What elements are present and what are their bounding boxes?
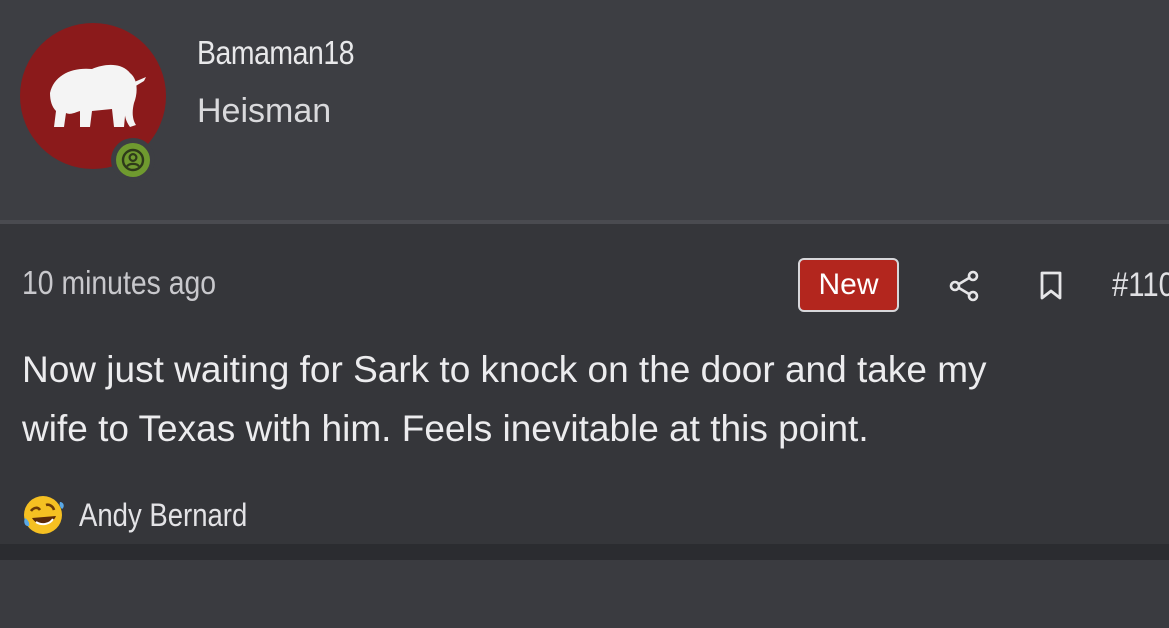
forum-post-page: Bamaman18 Heisman 10 minutes ago New #11… (0, 0, 1169, 628)
post-body-line: Now just waiting for Sark to knock on th… (22, 349, 987, 390)
post-separator (0, 544, 1169, 560)
user-title: Heisman (197, 92, 332, 130)
post-body: Now just waiting for Sark to knock on th… (22, 340, 1169, 458)
post-body-line: wife to Texas with him. Feels inevitable… (22, 408, 869, 449)
bookmark-icon[interactable] (1036, 268, 1066, 304)
post-number-link[interactable]: #110 (1112, 266, 1169, 305)
new-badge: New (798, 258, 899, 312)
post-author-header: Bamaman18 Heisman (0, 0, 1169, 220)
reaction-user-name[interactable]: Andy Bernard (79, 497, 247, 534)
post-timestamp[interactable]: 10 minutes ago (22, 264, 216, 302)
online-user-icon (121, 148, 145, 172)
username[interactable]: Bamaman18 (197, 34, 354, 72)
status-indicator (111, 138, 155, 182)
post-content: 10 minutes ago New #110 Now just waiting… (0, 224, 1169, 544)
laughing-emoji-icon[interactable] (20, 492, 66, 538)
next-post-area (0, 560, 1169, 628)
share-icon[interactable] (946, 268, 982, 304)
